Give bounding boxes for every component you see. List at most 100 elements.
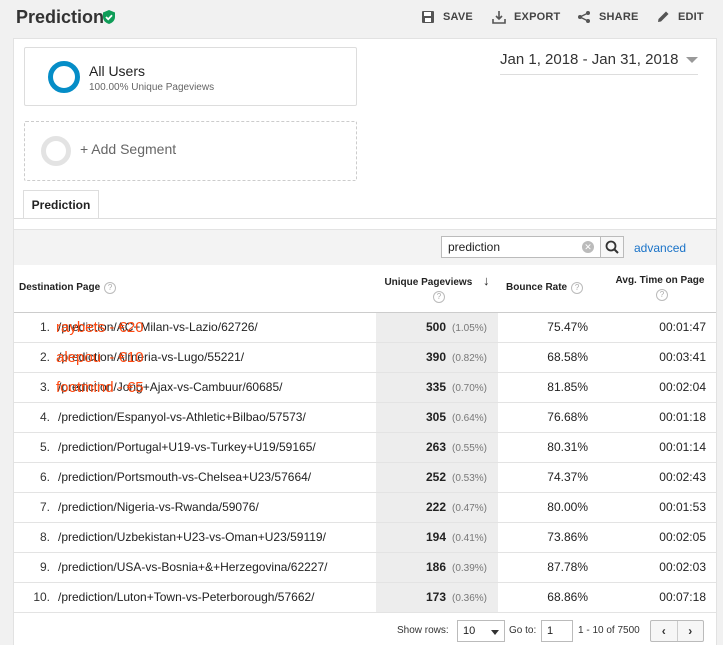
bounce-rate-cell: 68.58% <box>498 342 604 373</box>
destination-page-cell: /prediction/AC+Milan-vs-Lazio/62726/rayb… <box>56 312 376 343</box>
tab-prediction[interactable]: Prediction <box>23 190 99 219</box>
add-segment-button[interactable]: + Add Segment <box>24 121 357 181</box>
search-input[interactable]: prediction <box>441 236 601 258</box>
segment-subtitle: 100.00% Unique Pageviews <box>89 82 215 93</box>
col-avg-time[interactable]: Avg. Time on Page ? <box>604 265 716 313</box>
avg-time-cell: 00:02:03 <box>604 552 716 583</box>
search-icon <box>605 240 619 254</box>
destination-page-cell: /prediction/Portsmouth-vs-Chelsea+U23/57… <box>56 462 376 493</box>
avg-time-cell: 00:07:18 <box>604 582 716 613</box>
date-range-picker[interactable]: Jan 1, 2018 - Jan 31, 2018 <box>500 51 699 75</box>
unique-pageviews-value: 194 <box>425 530 446 544</box>
destination-page-link[interactable]: /prediction/Luton+Town-vs-Peterborough/5… <box>58 590 315 604</box>
unique-pageviews-value: 335 <box>425 380 446 394</box>
col-avg-label: Avg. Time on Page <box>615 275 705 287</box>
table-row: 8./prediction/Uzbekistan+U23-vs-Oman+U23… <box>14 522 716 553</box>
avg-time-cell: 00:01:47 <box>604 312 716 343</box>
row-index: 5. <box>14 432 56 463</box>
row-index: 8. <box>14 522 56 553</box>
goto-input[interactable]: 1 <box>541 620 573 642</box>
col-upv-label: Unique Pageviews <box>384 277 473 289</box>
pager: ‹ › <box>650 620 704 642</box>
destination-page-link[interactable]: /prediction/Portsmouth-vs-Chelsea+U23/57… <box>58 470 311 484</box>
destination-page-cell: /prediction/Jong+Ajax-vs-Cambuur/60685/f… <box>56 372 376 403</box>
show-rows-label: Show rows: <box>397 625 449 636</box>
unique-pageviews-pct: (1.05%) <box>452 323 488 334</box>
table-row: 5./prediction/Portugal+U19-vs-Turkey+U19… <box>14 432 716 463</box>
bounce-rate-cell: 73.86% <box>498 522 604 553</box>
unique-pageviews-pct: (0.64%) <box>452 413 488 424</box>
unique-pageviews-pct: (0.55%) <box>452 443 488 454</box>
next-page-button[interactable]: › <box>678 621 704 641</box>
avg-time-cell: 00:03:41 <box>604 342 716 373</box>
avg-time-cell: 00:02:43 <box>604 462 716 493</box>
advanced-filter-link[interactable]: advanced <box>634 241 686 255</box>
save-button[interactable]: SAVE <box>421 10 473 24</box>
col-destination-page[interactable]: Destination Page? <box>14 265 376 313</box>
prev-page-button[interactable]: ‹ <box>651 621 678 641</box>
segment-all-users[interactable]: All Users 100.00% Unique Pageviews <box>24 47 357 106</box>
table-footer: Show rows: 10 Go to: 1 1 - 10 of 7500 ‹ … <box>14 614 716 645</box>
report-header: Prediction SAVE EXPORT SHARE EDIT <box>0 0 723 36</box>
caret-down-icon <box>686 56 699 63</box>
destination-page-link[interactable]: /prediction/Espanyol-vs-Athletic+Bilbao/… <box>58 410 306 424</box>
destination-page-link[interactable]: /prediction/Uzbekistan+U23-vs-Oman+U23/5… <box>58 530 326 544</box>
row-index: 7. <box>14 492 56 523</box>
bounce-rate-cell: 76.68% <box>498 402 604 433</box>
report-panel: All Users 100.00% Unique Pageviews + Add… <box>13 38 717 645</box>
help-icon[interactable]: ? <box>433 291 445 304</box>
bounce-rate-cell: 80.00% <box>498 492 604 523</box>
destination-page-link[interactable]: /prediction/Portugal+U19-vs-Turkey+U19/5… <box>58 440 316 454</box>
export-icon <box>492 11 506 24</box>
unique-pageviews-value: 500 <box>425 320 446 334</box>
show-rows-value: 10 <box>463 625 476 637</box>
avg-time-cell: 00:02:05 <box>604 522 716 553</box>
sort-arrow-down-icon: ↓ <box>483 273 490 289</box>
share-label: SHARE <box>599 11 639 23</box>
help-icon[interactable]: ? <box>656 289 668 302</box>
bounce-rate-cell: 80.31% <box>498 432 604 463</box>
row-index: 3. <box>14 372 56 403</box>
bounce-rate-cell: 81.85% <box>498 372 604 403</box>
unique-pageviews-pct: (0.70%) <box>452 383 488 394</box>
table-toolbar: prediction ✕ advanced <box>14 229 716 265</box>
destination-page-cell: /prediction/Luton+Town-vs-Peterborough/5… <box>56 582 376 613</box>
add-segment-label: + Add Segment <box>80 141 177 157</box>
unique-pageviews-value: 222 <box>425 500 446 514</box>
table-row: 6./prediction/Portsmouth-vs-Chelsea+U23/… <box>14 462 716 493</box>
row-index: 9. <box>14 552 56 583</box>
destination-page-link[interactable]: /prediction/Nigeria-vs-Rwanda/59076/ <box>58 500 259 514</box>
verified-shield-icon <box>103 10 115 24</box>
unique-pageviews-cell: 173 (0.36%) <box>376 582 498 613</box>
show-rows-select[interactable]: 10 <box>457 620 505 642</box>
empty-segment-ring-icon <box>41 136 71 166</box>
table-row: 2./prediction/Almeria-vs-Lugo/55221/alep… <box>14 342 716 373</box>
save-label: SAVE <box>443 11 473 23</box>
col-bounce-label: Bounce Rate <box>506 282 568 294</box>
unique-pageviews-pct: (0.39%) <box>452 563 488 574</box>
help-icon[interactable]: ? <box>571 282 584 295</box>
unique-pageviews-cell: 263 (0.55%) <box>376 432 498 463</box>
share-button[interactable]: SHARE <box>577 10 639 24</box>
col-bounce-rate[interactable]: Bounce Rate? <box>498 265 604 313</box>
destination-page-cell: /prediction/Nigeria-vs-Rwanda/59076/ <box>56 492 376 523</box>
help-icon[interactable]: ? <box>104 282 117 295</box>
unique-pageviews-value: 252 <box>425 470 446 484</box>
data-table: Destination Page? Unique Pageviews ↓ ? B… <box>14 265 716 613</box>
table-row: 7./prediction/Nigeria-vs-Rwanda/59076/22… <box>14 492 716 523</box>
destination-page-link[interactable]: /prediction/USA-vs-Bosnia+&+Herzegovina/… <box>58 560 327 574</box>
promo-annotation: raybets - €20 <box>56 318 144 336</box>
unique-pageviews-value: 263 <box>425 440 446 454</box>
unique-pageviews-pct: (0.82%) <box>452 353 488 364</box>
bounce-rate-cell: 75.47% <box>498 312 604 343</box>
row-index: 6. <box>14 462 56 493</box>
clear-icon[interactable]: ✕ <box>582 241 594 253</box>
destination-page-cell: /prediction/USA-vs-Bosnia+&+Herzegovina/… <box>56 552 376 583</box>
export-button[interactable]: EXPORT <box>492 10 560 24</box>
unique-pageviews-cell: 252 (0.53%) <box>376 462 498 493</box>
avg-time-cell: 00:01:18 <box>604 402 716 433</box>
col-unique-pageviews[interactable]: Unique Pageviews ↓ ? <box>376 265 498 313</box>
search-button[interactable] <box>600 236 624 258</box>
unique-pageviews-value: 186 <box>425 560 446 574</box>
edit-button[interactable]: EDIT <box>656 10 704 24</box>
